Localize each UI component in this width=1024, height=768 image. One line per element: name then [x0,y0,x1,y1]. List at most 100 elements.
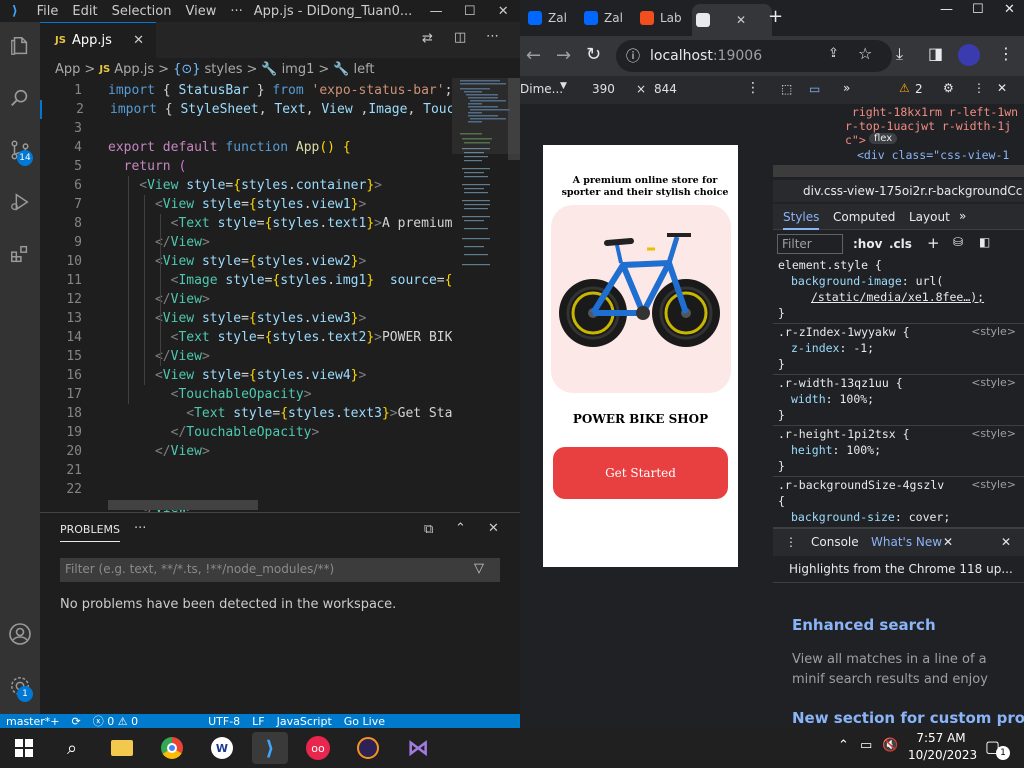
vscode-taskbar-icon[interactable]: ⟩ [252,732,288,764]
editor-more-icon[interactable]: ⋯ [486,29,499,44]
horizontal-scrollbar[interactable] [108,500,258,510]
breadcrumb-img1[interactable]: img1 [282,62,315,77]
extensions-icon[interactable] [4,238,36,270]
language-mode[interactable]: JavaScript [277,715,332,728]
maximize-icon[interactable]: ☐ [453,4,487,19]
code-line[interactable]: 17 <TouchableOpacity> [40,385,520,404]
clock-date[interactable]: 10/20/2023 [908,748,977,762]
code-line[interactable]: 16 <View style={styles.view4}> [40,366,520,385]
devtools-menu-icon[interactable]: ⋮ [973,81,985,95]
tab-close-icon[interactable]: ✕ [133,33,144,48]
volume-muted-icon[interactable]: 🔇 [882,738,898,753]
more-tabs-icon[interactable]: » [843,81,850,95]
tab-problems[interactable]: PROBLEMS [60,523,121,542]
chrome-tab[interactable]: Zal [580,6,634,30]
menu-more[interactable]: ··· [223,4,249,19]
flex-badge[interactable]: flex [869,133,898,144]
visual-studio-taskbar-icon[interactable]: ⋈ [402,732,434,764]
code-editor[interactable]: 1 import { StatusBar } from 'expo-status-… [40,78,520,512]
tab-styles[interactable]: Styles [783,210,820,230]
close-tab-icon[interactable]: ✕ [736,13,746,27]
style-declaration[interactable]: background-size: cover; [791,510,950,524]
compare-changes-icon[interactable]: ⇄ [422,31,433,46]
tab-console[interactable]: Console [811,535,859,549]
git-branch[interactable]: master*+ [0,715,60,728]
code-line[interactable]: 21 [40,461,520,480]
code-line[interactable]: 10 <View style={styles.view2}> [40,252,520,271]
chrome-menu-icon[interactable]: ⋮ [998,44,1014,63]
eclipse-taskbar-icon[interactable] [352,732,384,764]
style-declaration[interactable]: /static/media/xe1.8fee…); [811,290,984,304]
styles-filter-input[interactable]: Filter [777,234,843,254]
share-icon[interactable]: ⇪ [828,46,839,61]
chrome-tab[interactable]: ✕ [692,4,772,36]
code-line[interactable]: 19 </TouchableOpacity> [40,423,520,442]
chevron-down-icon[interactable]: ▼ [560,81,567,91]
code-line[interactable]: 20 </View> [40,442,520,461]
file-explorer-icon[interactable] [106,732,138,764]
code-line[interactable]: 12 </View> [40,290,520,309]
news-title-1[interactable]: Enhanced search [792,616,936,634]
device-more-icon[interactable]: ⋮ [746,80,760,96]
maximize-panel-icon[interactable]: ⧉ [424,522,433,537]
class-toggle[interactable]: .cls [889,237,912,251]
forward-icon[interactable]: → [556,45,571,66]
breadcrumb-left[interactable]: left [353,62,374,77]
eol[interactable]: LF [252,715,264,728]
style-declaration[interactable]: z-index: -1; [791,341,874,355]
menu-file[interactable]: File [30,4,66,19]
chevron-up-icon[interactable]: ⌃ [455,521,466,536]
go-live[interactable]: Go Live [344,715,385,728]
code-line[interactable]: 8 <Text style={styles.text1}>A premium [40,214,520,233]
style-declaration[interactable]: height: 100%; [791,443,881,457]
minimap[interactable] [452,78,520,512]
code-line[interactable]: 3 [40,119,520,138]
hover-state-toggle[interactable]: :hov [853,237,882,251]
chrome-minimize-icon[interactable]: — [940,2,953,17]
chrome-maximize-icon[interactable]: ☐ [972,2,984,17]
problems-count[interactable]: ⓧ 0 ⚠ 0 [93,714,138,728]
drawer-close-icon[interactable]: ✕ [1001,535,1011,549]
style-declaration[interactable]: background-image: url( [791,274,943,288]
profile-avatar[interactable] [958,44,980,66]
new-rule-icon[interactable]: + [927,234,940,252]
news-title-2[interactable]: New section for custom prop [792,709,1024,727]
close-panel-icon[interactable]: ✕ [488,521,499,536]
code-line[interactable]: 22 [40,480,520,499]
style-declaration[interactable]: width: 100%; [791,392,874,406]
sidepanel-icon[interactable]: ◨ [928,44,943,63]
split-editor-icon[interactable]: ◫ [454,30,466,45]
device-mode-icon[interactable]: ▭ [809,82,820,96]
breadcrumb-app[interactable]: App [55,62,80,77]
drawer-menu-icon[interactable]: ⋮ [785,535,797,549]
breadcrumb-styles[interactable]: styles [205,62,243,77]
windows-start-icon[interactable] [8,732,40,764]
code-line[interactable]: 5 return ( [40,157,520,176]
code-line[interactable]: 14 <Text style={styles.text2}>POWER BIKE [40,328,520,347]
minimize-icon[interactable]: — [419,4,453,19]
rule-source[interactable]: <style> [971,427,1016,440]
inspect-icon[interactable]: ⬚ [781,82,792,96]
tray-chevron-up-icon[interactable]: ⌃ [838,738,849,753]
reload-icon[interactable]: ↻ [586,44,601,65]
encoding[interactable]: UTF-8 [208,715,240,728]
panel-more-icon[interactable]: ··· [134,521,146,536]
chrome-tab[interactable]: Zal [524,6,578,30]
code-line[interactable]: 13 <View style={styles.view3}> [40,309,520,328]
style-declaration[interactable]: { [778,494,785,508]
menu-edit[interactable]: Edit [65,4,104,19]
devtools-close-icon[interactable]: ✕ [997,81,1007,95]
code-line[interactable]: 18 <Text style={styles.text3}>Get Star [40,404,520,423]
close-tab-icon[interactable]: ✕ [943,535,953,549]
device-width[interactable]: 390 [592,82,615,96]
code-line[interactable]: 9 </View> [40,233,520,252]
more-panels-icon[interactable]: » [959,209,966,223]
new-tab-icon[interactable]: + [768,6,783,27]
code-line[interactable]: 15 </View> [40,347,520,366]
filter-icon[interactable]: ▽ [474,561,484,576]
code-line[interactable]: 11 <Image style={styles.img1} source={r [40,271,520,290]
app-taskbar-icon[interactable]: W [206,732,238,764]
device-height[interactable]: 844 [654,82,677,96]
code-line[interactable]: 2 import { StyleSheet, Text, View ,Image,… [40,100,520,119]
chrome-taskbar-icon[interactable] [156,732,188,764]
